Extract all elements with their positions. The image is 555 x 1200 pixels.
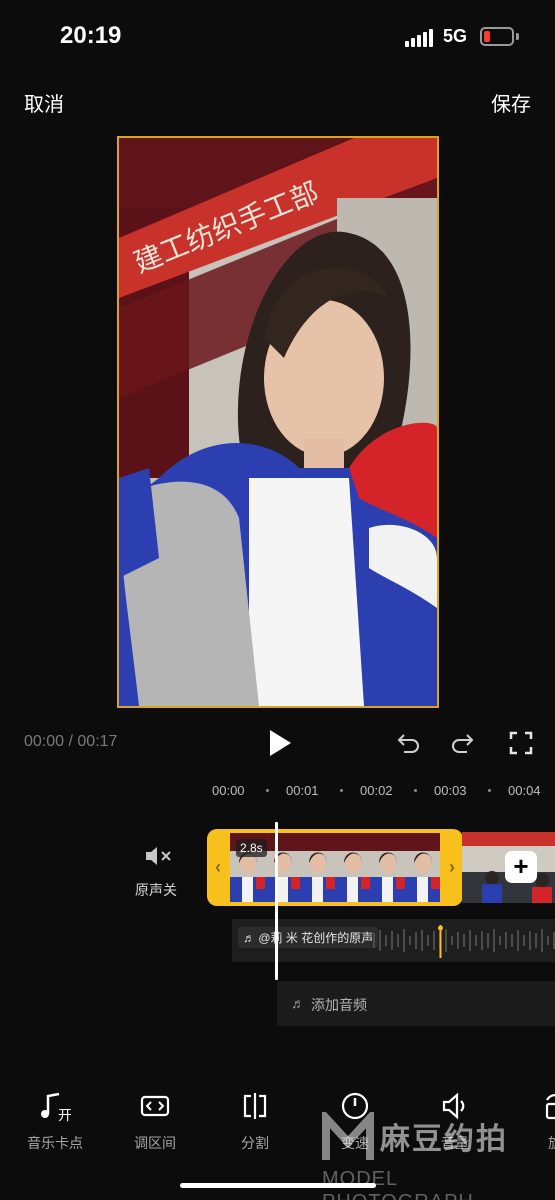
status-time: 20:19 [60, 22, 122, 49]
undo-icon [397, 734, 419, 753]
ruler-tick: 00:02 [360, 783, 393, 798]
clip-frame [335, 833, 370, 902]
tool-music-beat[interactable]: 开 音乐卡点 [15, 1090, 95, 1160]
ruler-tick: 00:01 [286, 783, 319, 798]
video-clip[interactable]: ‹ 2.8s › [207, 829, 463, 906]
ruler-tick: 00:00 [212, 783, 245, 798]
ruler-tick: 00:03 [434, 783, 467, 798]
signal-icon [405, 29, 435, 47]
add-clip-button[interactable]: + [505, 851, 537, 883]
ruler-dot [340, 789, 343, 792]
clip-frame [300, 833, 335, 902]
ruler-tick: 00:04 [508, 783, 541, 798]
fullscreen-icon [509, 731, 533, 755]
time-separator: / [68, 733, 73, 750]
ruler-dot [488, 789, 491, 792]
svg-text:开: 开 [58, 1108, 71, 1122]
watermark-title: 麻豆约拍 [380, 1123, 508, 1156]
clip-right-handle[interactable]: › [441, 829, 463, 906]
battery-tip [516, 33, 519, 40]
tool-label: 音乐卡点 [27, 1135, 83, 1151]
preview-photo: 建工纺织手工部 [119, 138, 437, 706]
ruler-dot [414, 789, 417, 792]
cancel-button[interactable]: 取消 [24, 88, 64, 117]
home-indicator [180, 1183, 376, 1188]
audio-track[interactable]: ♬ @莉 米 花创作的原声 [232, 919, 555, 962]
playhead[interactable] [275, 822, 278, 980]
range-icon [140, 1095, 170, 1117]
tool-range[interactable]: 调区间 [115, 1090, 195, 1160]
clip-frame [370, 833, 405, 902]
audio-waveform [373, 929, 555, 952]
play-button[interactable] [262, 726, 296, 760]
status-bar: 20:19 5G [0, 0, 555, 70]
add-audio-label: 添加音频 [311, 997, 367, 1013]
undo-button[interactable] [394, 729, 422, 757]
network-label: 5G [443, 26, 468, 46]
add-audio-button[interactable]: ♬ 添加音频 [277, 981, 555, 1026]
redo-button[interactable] [449, 729, 477, 757]
video-preview[interactable]: 建工纺织手工部 [117, 136, 439, 708]
play-icon [270, 730, 291, 756]
fullscreen-button[interactable] [507, 729, 535, 757]
clip-duration-badge: 2.8s [236, 839, 267, 857]
mute-label: 原声关 [135, 882, 177, 898]
total-time: 00:17 [77, 733, 118, 750]
current-time: 00:00 [24, 733, 65, 750]
speaker-muted-icon [146, 847, 171, 865]
battery-icon [480, 27, 514, 46]
timeline-ruler: 00:00 00:01 00:02 00:03 00:04 [0, 780, 555, 802]
redo-icon [452, 734, 474, 753]
audio-label: ♬ @莉 米 花创作的原声 [238, 927, 379, 948]
time-readout: 00:00 / 00:17 [24, 733, 117, 751]
tool-label: 分割 [241, 1135, 269, 1151]
tool-label: 调区间 [134, 1135, 176, 1151]
music-beat-icon: 开 [41, 1092, 71, 1122]
save-button[interactable]: 保存 [491, 88, 531, 117]
rotate-icon [545, 1094, 555, 1120]
ruler-dot [266, 789, 269, 792]
music-note-icon: ♬ [291, 995, 305, 1011]
clip-left-handle[interactable]: ‹ [207, 829, 229, 906]
tool-rotate[interactable]: 旋 [515, 1090, 555, 1160]
mute-toggle[interactable] [144, 846, 174, 866]
clip-frame [405, 833, 440, 902]
tool-label: 旋 [515, 1133, 555, 1153]
clip-frame [265, 833, 300, 902]
tool-split[interactable]: 分割 [215, 1090, 295, 1160]
beat-marker[interactable] [438, 925, 443, 958]
split-icon [243, 1093, 267, 1119]
watermark-logo [322, 1112, 374, 1160]
